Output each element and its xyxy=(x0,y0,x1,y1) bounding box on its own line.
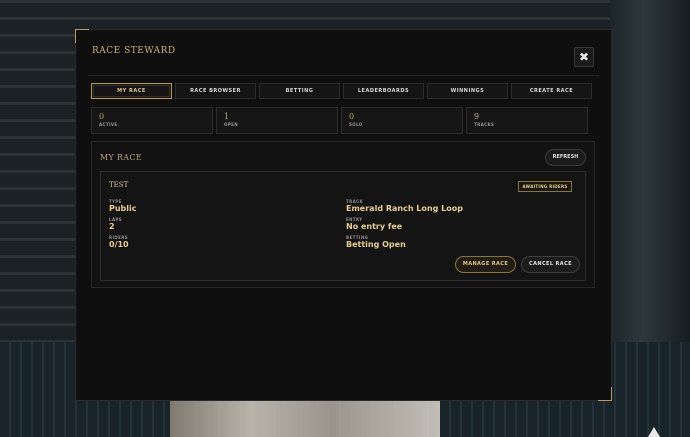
race-name: Test xyxy=(109,181,129,189)
tab-leaderboards[interactable]: Leaderboards xyxy=(343,83,424,99)
stat-card-open: 1 Open xyxy=(216,107,338,134)
field-value: Public xyxy=(109,204,137,213)
tab-betting[interactable]: Betting xyxy=(259,83,340,99)
stat-label: Tracks xyxy=(474,122,495,127)
refresh-button[interactable]: Refresh xyxy=(545,149,586,166)
stat-value: 9 xyxy=(474,112,480,121)
field-value: Emerald Ranch Long Loop xyxy=(346,204,463,213)
stat-label: Solo xyxy=(349,122,363,127)
tab-bar: My Race Race Browser Betting Leaderboard… xyxy=(91,83,592,99)
corner-ornament xyxy=(598,387,612,401)
close-button[interactable]: ✖ xyxy=(574,47,594,67)
stat-value: 0 xyxy=(349,112,355,121)
field-value: 0/10 xyxy=(109,240,129,249)
manage-race-button[interactable]: Manage Race xyxy=(455,256,516,273)
field-value: Betting Open xyxy=(346,240,406,249)
section-title: My Race xyxy=(100,153,142,162)
tab-create-race[interactable]: Create Race xyxy=(511,83,592,99)
panel-title: Race Steward xyxy=(92,46,176,56)
header-divider xyxy=(88,75,599,76)
field-laps: Laps 2 xyxy=(109,217,122,232)
cancel-race-button[interactable]: Cancel Race xyxy=(521,256,580,273)
field-betting: Betting Betting Open xyxy=(346,235,406,250)
tab-race-browser[interactable]: Race Browser xyxy=(175,83,256,99)
stats-row: 0 Active 1 Open 0 Solo 9 Tracks xyxy=(91,107,588,134)
field-type: Type Public xyxy=(109,199,137,214)
race-steward-panel: Race Steward ✖ My Race Race Browser Bett… xyxy=(75,29,612,401)
field-value: No entry fee xyxy=(346,222,403,231)
corner-ornament xyxy=(75,29,89,43)
field-riders: Riders 0/10 xyxy=(109,235,129,250)
my-race-section: My Race Refresh Test Awaiting Riders Typ… xyxy=(91,141,595,288)
stat-value: 1 xyxy=(224,112,230,121)
background-figures xyxy=(170,397,440,437)
stat-value: 0 xyxy=(99,112,105,121)
field-value: 2 xyxy=(109,222,115,231)
close-icon: ✖ xyxy=(578,50,590,64)
tab-my-race[interactable]: My Race xyxy=(91,83,172,99)
tab-winnings[interactable]: Winnings xyxy=(427,83,508,99)
stat-card-tracks: 9 Tracks xyxy=(466,107,588,134)
race-card: Test Awaiting Riders Type Public Laps 2 … xyxy=(100,171,586,281)
mouse-cursor-icon xyxy=(648,427,660,437)
stat-card-active: 0 Active xyxy=(91,107,213,134)
status-badge: Awaiting Riders xyxy=(518,181,572,192)
stat-label: Open xyxy=(224,122,239,127)
field-track: Track Emerald Ranch Long Loop xyxy=(346,199,463,214)
field-entry: Entry No entry fee xyxy=(346,217,402,232)
stat-card-solo: 0 Solo xyxy=(341,107,463,134)
stat-label: Active xyxy=(99,122,118,127)
